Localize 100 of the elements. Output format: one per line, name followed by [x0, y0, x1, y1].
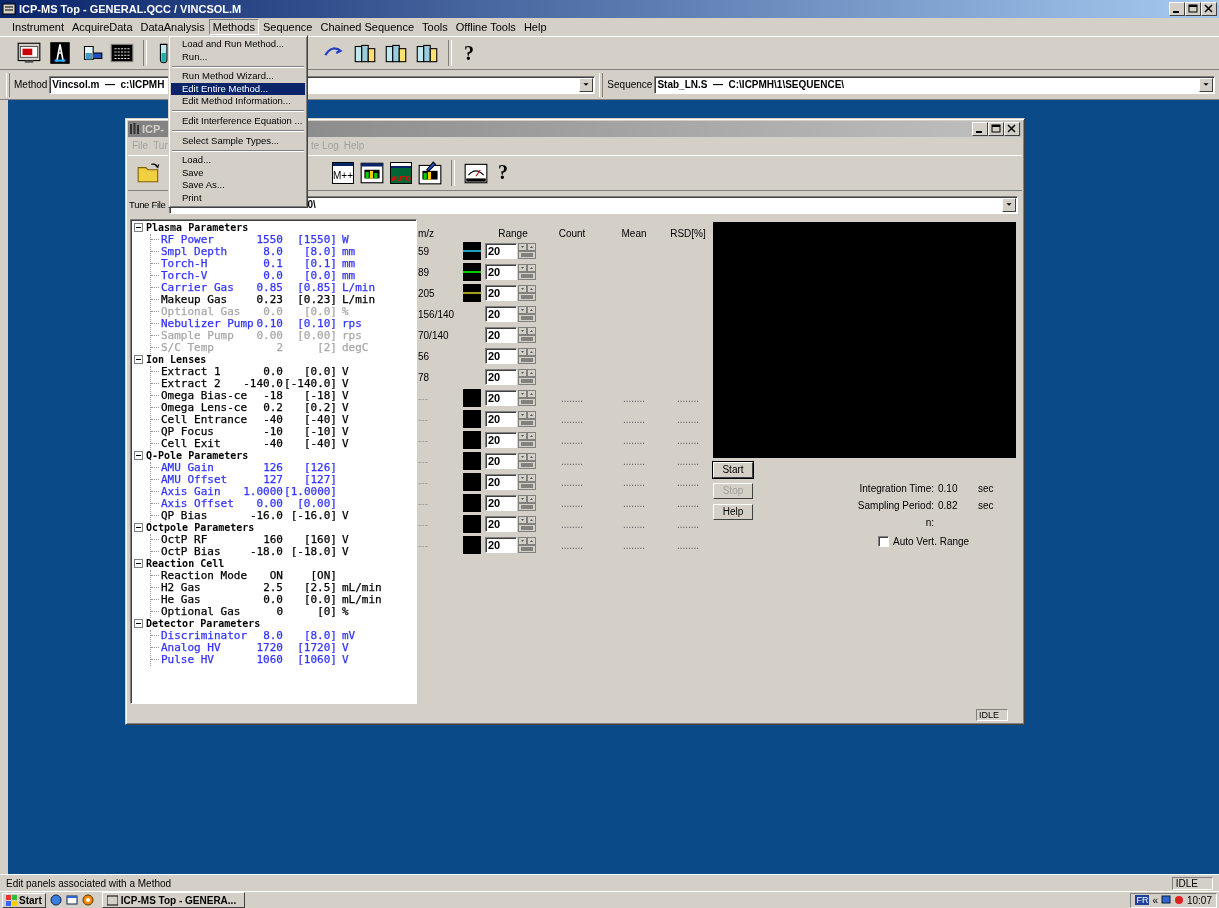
range-field[interactable]: 20: [485, 537, 517, 553]
parameter-name[interactable]: Optional Gas: [161, 605, 241, 618]
range-field[interactable]: 20: [485, 432, 517, 448]
parameter-name[interactable]: Discriminator: [161, 629, 248, 642]
parameter-name[interactable]: RF Power: [161, 233, 214, 246]
spin-buttons[interactable]: [518, 264, 536, 280]
menu-option[interactable]: Edit Method Information...: [171, 95, 305, 108]
spin-buttons[interactable]: [518, 537, 536, 553]
maximize-button[interactable]: [1185, 2, 1201, 16]
parameter-name[interactable]: Torch-H: [161, 257, 208, 270]
push-button[interactable]: Start: [713, 461, 753, 478]
parameter-name[interactable]: Cell Exit: [161, 437, 221, 450]
menu-item[interactable]: Help: [519, 19, 551, 35]
parameter-name[interactable]: Omega Lens-ce: [161, 401, 248, 414]
screen-icon[interactable]: [16, 40, 42, 66]
checkbox[interactable]: [878, 535, 889, 547]
dropdown-button[interactable]: [1199, 77, 1213, 92]
spin-buttons[interactable]: [518, 495, 536, 511]
menu-option[interactable]: Edit Interference Equation ...: [171, 114, 305, 128]
range-field[interactable]: 20: [485, 243, 517, 259]
window-icon[interactable]: [65, 894, 78, 906]
spin-buttons[interactable]: [518, 516, 536, 532]
parameter-name[interactable]: Analog HV: [161, 641, 221, 654]
range-field[interactable]: 20: [485, 453, 517, 469]
close-button[interactable]: [1201, 2, 1217, 16]
collapse-icon[interactable]: [134, 523, 143, 532]
parameter-name[interactable]: H2 Gas: [161, 581, 201, 594]
parameter-name[interactable]: AMU Gain: [161, 461, 214, 474]
spin-buttons[interactable]: [518, 390, 536, 406]
range-field[interactable]: 20: [485, 327, 517, 343]
help-button[interactable]: ?: [460, 40, 478, 66]
spin-buttons[interactable]: [518, 306, 536, 322]
parameter-name[interactable]: Nebulizer Pump: [161, 317, 254, 330]
range-field[interactable]: 20: [485, 474, 517, 490]
parameter-name[interactable]: Axis Offset: [161, 497, 234, 510]
spin-buttons[interactable]: [518, 243, 536, 259]
tower-icon[interactable]: [47, 40, 73, 66]
spin-buttons[interactable]: [518, 432, 536, 448]
collapse-icon[interactable]: [134, 619, 143, 628]
spin-buttons[interactable]: [518, 453, 536, 469]
start-button[interactable]: Start: [2, 892, 46, 908]
parameter-name[interactable]: AMU Offset: [161, 473, 228, 486]
range-field[interactable]: 20: [485, 369, 517, 385]
menu-item[interactable]: Instrument: [8, 19, 68, 35]
dropdown-button[interactable]: [1002, 197, 1016, 212]
taskbar-window-button[interactable]: ICP-MS Top - GENERA...: [101, 892, 246, 908]
menu-item[interactable]: Offline Tools: [451, 19, 520, 35]
tray-expand-button[interactable]: «: [1152, 894, 1158, 906]
minimize-button[interactable]: [1169, 2, 1185, 16]
menu-option[interactable]: Load and Run Method...: [171, 38, 305, 51]
menu-option[interactable]: Select Sample Types...: [171, 134, 305, 148]
close-button[interactable]: [1004, 121, 1020, 136]
spin-buttons[interactable]: [518, 348, 536, 364]
parameter-name[interactable]: Axis Gain: [161, 485, 221, 498]
parameter-name[interactable]: Omega Bias-ce: [161, 389, 248, 402]
parameter-name[interactable]: Cell Entrance: [161, 413, 248, 426]
parameter-name[interactable]: Torch-V: [161, 269, 208, 282]
parameter-name[interactable]: Carrier Gas: [161, 281, 234, 294]
collapse-icon[interactable]: [134, 223, 143, 232]
parameter-name[interactable]: Makeup Gas: [161, 293, 228, 306]
bars-pen-icon[interactable]: [417, 159, 443, 186]
menu-item[interactable]: Chained Sequence: [316, 19, 419, 35]
menu-item[interactable]: DataAnalysis: [136, 19, 209, 35]
spin-buttons[interactable]: [518, 474, 536, 490]
menu-item[interactable]: Tools: [418, 19, 452, 35]
collapse-icon[interactable]: [134, 451, 143, 460]
parameter-name[interactable]: Extract 1: [161, 365, 221, 378]
range-field[interactable]: 20: [485, 390, 517, 406]
menu-option[interactable]: Load...: [171, 154, 305, 167]
parameter-name[interactable]: OctP RF: [161, 533, 208, 546]
parameter-name[interactable]: Extract 2: [161, 377, 221, 390]
range-field[interactable]: 20: [485, 411, 517, 427]
spin-buttons[interactable]: [518, 369, 536, 385]
parameter-name[interactable]: OctP Bias: [161, 545, 221, 558]
group-label[interactable]: Octpole Parameters: [146, 522, 255, 533]
range-field[interactable]: 20: [485, 495, 517, 511]
spin-buttons[interactable]: [518, 327, 536, 343]
collapse-icon[interactable]: [134, 559, 143, 568]
maximize-button[interactable]: [988, 121, 1004, 136]
range-field[interactable]: 20: [485, 348, 517, 364]
parameter-name[interactable]: He Gas: [161, 593, 201, 606]
range-field[interactable]: 20: [485, 264, 517, 280]
push-button[interactable]: Help: [713, 503, 753, 520]
range-field[interactable]: 20: [485, 306, 517, 322]
menu-item[interactable]: Methods: [208, 19, 259, 35]
menu-item[interactable]: AcquireData: [67, 19, 137, 35]
parameter-name[interactable]: Smpl Depth: [161, 245, 228, 258]
menu-option[interactable]: Save As...: [171, 179, 305, 192]
parameter-name[interactable]: QP Focus: [161, 425, 214, 438]
sequence-combo[interactable]: Stab_LN.S — C:\ICPMH\1\SEQUENCE\: [654, 75, 1215, 94]
range-field[interactable]: 20: [485, 516, 517, 532]
minimize-button[interactable]: [972, 121, 988, 136]
language-indicator[interactable]: FR: [1135, 895, 1150, 905]
menu-item[interactable]: Sequence: [258, 19, 317, 35]
spin-buttons[interactable]: [518, 411, 536, 427]
range-field[interactable]: 20: [485, 285, 517, 301]
group-label[interactable]: Reaction Cell: [146, 558, 225, 569]
parameter-name[interactable]: Reaction Mode: [161, 569, 248, 582]
group-label[interactable]: Q-Pole Parameters: [146, 450, 249, 461]
spin-buttons[interactable]: [518, 285, 536, 301]
